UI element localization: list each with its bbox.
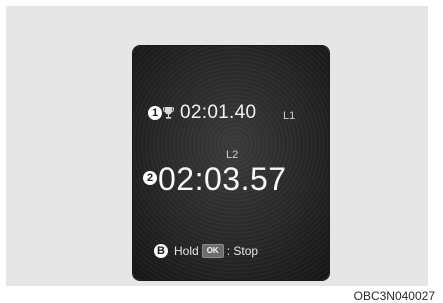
lap-timer-screen: 1 02:01.40 L1 L2 2 02:03.57 B Hold OK : … <box>133 46 329 280</box>
figure-panel: 1 02:01.40 L1 L2 2 02:03.57 B Hold OK : … <box>6 6 428 286</box>
hint-suffix: : Stop <box>226 244 259 258</box>
ok-button-icon: OK <box>201 244 224 258</box>
stop-hint: B Hold OK : Stop <box>154 243 258 259</box>
callout-marker-2: 2 <box>143 171 157 185</box>
current-lap-time: 02:03.57 <box>158 161 287 197</box>
callout-marker-1: 1 <box>148 106 162 120</box>
best-lap-time: 02:01.40 <box>180 102 257 123</box>
figure-code: OBC3N040027 <box>353 289 435 303</box>
callout-marker-b: B <box>154 244 168 258</box>
current-lap-label: L2 <box>226 149 239 161</box>
hint-prefix: Hold <box>174 244 199 258</box>
best-lap-label: L1 <box>283 110 296 122</box>
trophy-icon <box>163 107 174 119</box>
